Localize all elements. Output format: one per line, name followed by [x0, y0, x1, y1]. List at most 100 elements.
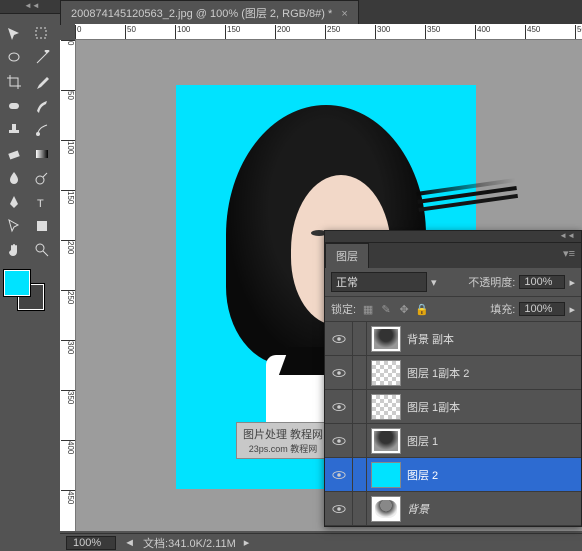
panel-menu-icon[interactable]: ▾≡: [557, 243, 581, 268]
lock-pixels-icon[interactable]: ✎: [378, 302, 394, 316]
ruler-tick: 450: [525, 25, 540, 39]
layer-thumbnail[interactable]: [371, 360, 401, 386]
blend-dropdown-icon[interactable]: ▾: [431, 276, 437, 289]
pen-tool[interactable]: [1, 191, 27, 213]
layer-name[interactable]: 背景 副本: [405, 331, 581, 347]
layer-thumbnail[interactable]: [371, 326, 401, 352]
type-tool[interactable]: T: [29, 191, 55, 213]
doc-info: 文档:341.0K/2.11M: [143, 535, 236, 551]
visibility-toggle[interactable]: [325, 492, 353, 525]
lock-all-icon[interactable]: 🔒: [414, 302, 430, 316]
layer-row[interactable]: 图层 1副本 2: [325, 356, 581, 390]
brush-tool[interactable]: [29, 95, 55, 117]
hand-tool[interactable]: [1, 239, 27, 261]
horizontal-ruler: 050100150200250300350400450500: [75, 24, 582, 40]
fill-dropdown-icon[interactable]: ▸: [569, 303, 575, 316]
ruler-tick: 50: [61, 90, 75, 100]
layer-thumbnail[interactable]: [371, 462, 401, 488]
layers-tab[interactable]: 图层: [325, 243, 369, 268]
layer-name[interactable]: 图层 2: [405, 467, 581, 483]
eyedropper-tool[interactable]: [29, 71, 55, 93]
ruler-tick: 0: [75, 25, 81, 39]
lock-label: 锁定:: [331, 301, 356, 317]
crop-tool[interactable]: [1, 71, 27, 93]
ruler-tick: 400: [61, 440, 75, 454]
tab-title: 200874145120563_2.jpg @ 100% (图层 2, RGB/…: [71, 8, 332, 20]
info-menu-icon[interactable]: ▸: [244, 536, 250, 549]
fill-label: 填充:: [490, 301, 515, 317]
ruler-tick: 350: [425, 25, 440, 39]
blend-mode-select[interactable]: 正常: [331, 272, 427, 292]
vertical-ruler: 050100150200250300350400450: [60, 40, 76, 531]
selection-tool[interactable]: [29, 23, 55, 45]
layer-row[interactable]: 图层 2: [325, 458, 581, 492]
scroll-left-icon[interactable]: ◄: [124, 537, 135, 549]
layer-row[interactable]: 图层 1副本: [325, 390, 581, 424]
link-column: [353, 492, 367, 525]
status-bar: 100% ◄ 文档:341.0K/2.11M ▸: [60, 533, 582, 551]
ruler-tick: 0: [61, 40, 75, 45]
link-column: [353, 390, 367, 423]
layer-name[interactable]: 图层 1: [405, 433, 581, 449]
link-column: [353, 458, 367, 491]
visibility-toggle[interactable]: [325, 424, 353, 457]
opacity-input[interactable]: 100%: [519, 275, 565, 289]
layer-name[interactable]: 图层 1副本: [405, 399, 581, 415]
ruler-tick: 300: [61, 340, 75, 354]
ruler-tick: 200: [275, 25, 290, 39]
path-select-tool[interactable]: [1, 215, 27, 237]
move-tool[interactable]: [1, 23, 27, 45]
ruler-tick: 50: [125, 25, 136, 39]
visibility-toggle[interactable]: [325, 458, 353, 491]
ruler-tick: 350: [61, 390, 75, 404]
blend-mode-value: 正常: [336, 277, 358, 289]
opacity-label: 不透明度:: [468, 274, 515, 290]
visibility-toggle[interactable]: [325, 390, 353, 423]
lasso-tool[interactable]: [1, 47, 27, 69]
ruler-tick: 250: [325, 25, 340, 39]
layer-row[interactable]: 图层 1: [325, 424, 581, 458]
history-brush-tool[interactable]: [29, 119, 55, 141]
wand-tool[interactable]: [29, 47, 55, 69]
ruler-tick: 100: [175, 25, 190, 39]
gradient-tool[interactable]: [29, 143, 55, 165]
ruler-tick: 400: [475, 25, 490, 39]
layer-thumbnail[interactable]: [371, 428, 401, 454]
panel-collapse[interactable]: [325, 231, 581, 243]
lock-position-icon[interactable]: ✥: [396, 302, 412, 316]
ruler-tick: 500: [575, 25, 582, 39]
layer-thumbnail[interactable]: [371, 394, 401, 420]
close-icon[interactable]: ×: [341, 8, 347, 20]
layer-name[interactable]: 图层 1副本 2: [405, 365, 581, 381]
visibility-toggle[interactable]: [325, 356, 353, 389]
dodge-tool[interactable]: [29, 167, 55, 189]
shape-tool[interactable]: [29, 215, 55, 237]
opacity-dropdown-icon[interactable]: ▸: [569, 276, 575, 289]
layer-row[interactable]: 背景 副本: [325, 322, 581, 356]
watermark-url: 23ps.com 教程网: [243, 442, 323, 455]
zoom-tool[interactable]: [29, 239, 55, 261]
svg-text:T: T: [37, 198, 44, 210]
ruler-tick: 250: [61, 290, 75, 304]
document-tabs: 200874145120563_2.jpg @ 100% (图层 2, RGB/…: [60, 0, 582, 24]
ruler-tick: 150: [225, 25, 240, 39]
heal-tool[interactable]: [1, 95, 27, 117]
layer-row[interactable]: 背景: [325, 492, 581, 526]
layer-thumbnail[interactable]: [371, 496, 401, 522]
lock-transparency-icon[interactable]: ▦: [360, 302, 376, 316]
stamp-tool[interactable]: [1, 119, 27, 141]
ruler-tick: 450: [61, 490, 75, 504]
blur-tool[interactable]: [1, 167, 27, 189]
link-column: [353, 356, 367, 389]
eraser-tool[interactable]: [1, 143, 27, 165]
foreground-color-swatch[interactable]: [4, 270, 30, 296]
fill-input[interactable]: 100%: [519, 302, 565, 316]
toolbox-collapse[interactable]: [0, 0, 60, 14]
document-tab[interactable]: 200874145120563_2.jpg @ 100% (图层 2, RGB/…: [60, 0, 359, 25]
layer-name[interactable]: 背景: [405, 501, 581, 517]
visibility-toggle[interactable]: [325, 322, 353, 355]
zoom-input[interactable]: 100%: [66, 536, 116, 550]
ruler-tick: 200: [61, 240, 75, 254]
watermark: 图片处理 教程网 23ps.com 教程网: [236, 422, 330, 459]
link-column: [353, 424, 367, 457]
